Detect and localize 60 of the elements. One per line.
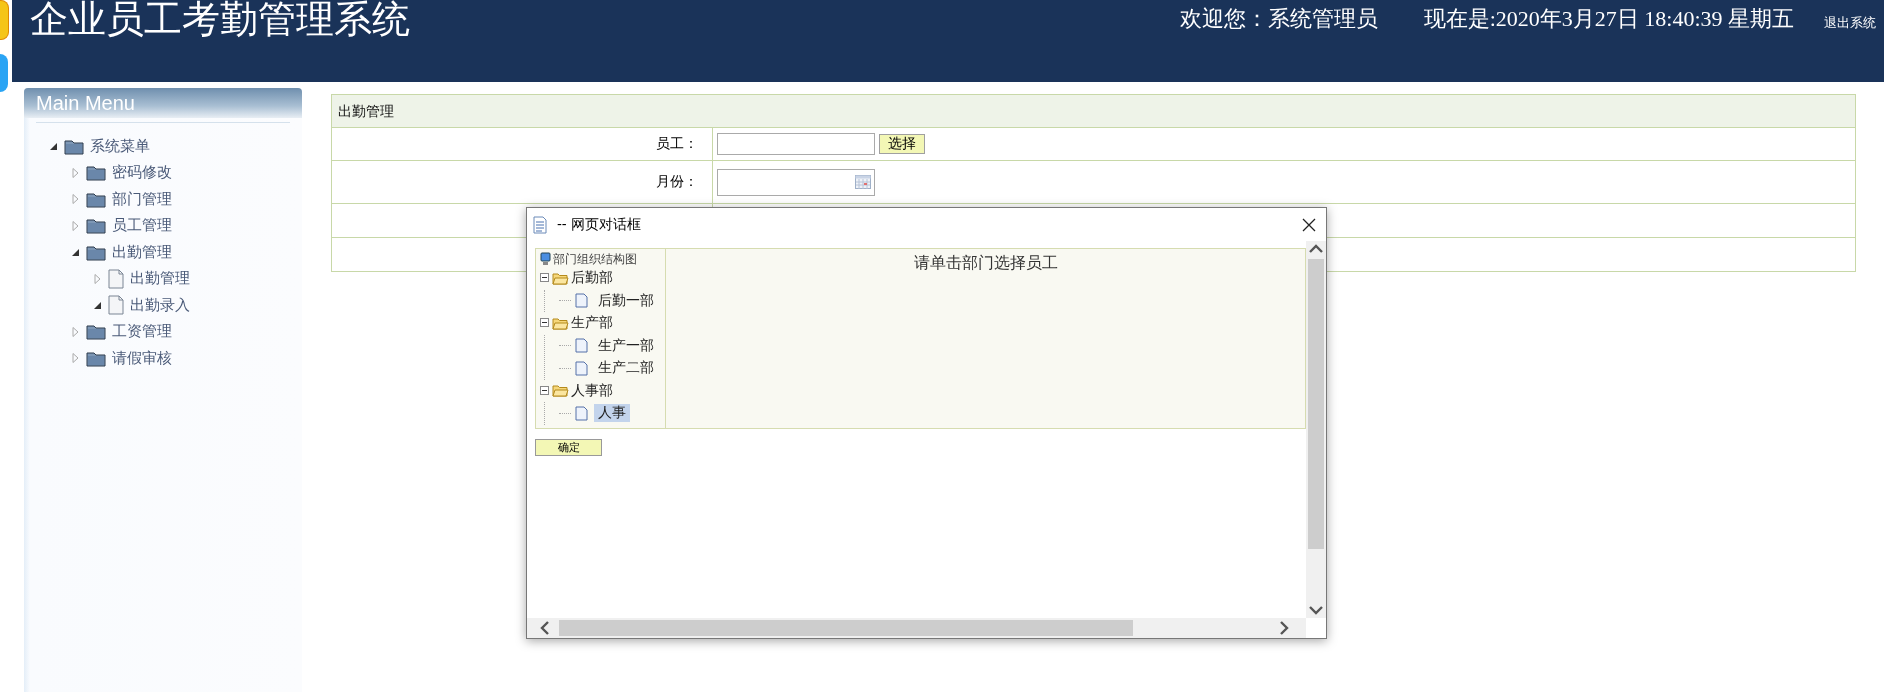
employee-input[interactable] [717, 133, 875, 155]
menu-item[interactable]: 请假审核 [112, 348, 172, 368]
dialog-title: -- 网页对话框 [557, 215, 643, 234]
department-item[interactable]: 生产一部 [594, 336, 658, 355]
hint-text: 请单击部门选择员工 [913, 254, 1058, 271]
collapse-toggle-icon[interactable] [540, 385, 550, 396]
folder-icon [86, 164, 106, 182]
page-icon [108, 268, 124, 289]
page-icon [575, 405, 588, 421]
folder-icon [552, 316, 569, 330]
menu-item[interactable]: 出勤管理 [130, 269, 190, 289]
folder-icon [86, 217, 106, 235]
form-title: 出勤管理 [332, 95, 1855, 128]
menu-item[interactable]: 出勤录入 [130, 295, 190, 315]
page-icon [575, 338, 588, 354]
app-icon[interactable] [0, 0, 9, 40]
page-icon [108, 295, 124, 316]
collapse-toggle-icon[interactable] [540, 318, 550, 329]
app-icon[interactable] [0, 54, 8, 92]
horizontal-scrollbar[interactable] [527, 618, 1306, 638]
page-icon [575, 360, 588, 376]
folder-icon [552, 384, 569, 398]
department-item[interactable]: 人事部 [571, 381, 613, 400]
menu-item[interactable]: 系统菜单 [90, 136, 150, 156]
department-item[interactable]: 后勤部 [571, 269, 613, 288]
calendar-icon[interactable] [855, 175, 871, 189]
datetime-text: 现在是:2020年3月27日 18:40:39 星期五 [1423, 7, 1794, 31]
folder-icon [86, 323, 106, 341]
department-item[interactable]: 生产部 [571, 314, 613, 333]
vertical-scrollbar[interactable] [1306, 241, 1326, 618]
department-item[interactable]: 生产二部 [594, 359, 658, 378]
confirm-button[interactable]: 确定 [535, 439, 602, 456]
department-item[interactable]: 后勤一部 [594, 291, 658, 310]
app-title: 企业员工考勤管理系统 [30, 0, 410, 40]
welcome-text: 欢迎您：系统管理员 [1179, 7, 1378, 31]
scroll-thumb[interactable] [559, 620, 1133, 636]
folder-icon [64, 137, 84, 155]
month-input[interactable] [717, 168, 875, 196]
field-label: 月份： [656, 173, 698, 191]
folder-icon [552, 271, 569, 285]
folder-icon [86, 190, 106, 208]
tree-root-label[interactable]: 部门组织结构图 [553, 251, 637, 267]
folder-icon [86, 349, 106, 367]
document-icon [533, 215, 547, 234]
department-item[interactable]: 人事 [594, 404, 630, 423]
logout-link[interactable]: 退出系统 [1824, 14, 1876, 32]
scroll-thumb[interactable] [1308, 259, 1324, 549]
field-label: 员工： [656, 135, 698, 153]
close-icon[interactable] [1302, 217, 1316, 232]
computer-icon [540, 252, 551, 266]
folder-icon [86, 243, 106, 261]
select-button[interactable]: 选择 [879, 134, 925, 154]
menu-item[interactable]: 工资管理 [112, 322, 172, 342]
menu-item[interactable]: 出勤管理 [112, 242, 172, 262]
sidebar-title: Main Menu [24, 88, 302, 118]
menu-item[interactable]: 密码修改 [112, 163, 172, 183]
menu-item[interactable]: 员工管理 [112, 216, 172, 236]
page-icon [575, 293, 588, 309]
menu-item[interactable]: 部门管理 [112, 189, 172, 209]
collapse-toggle-icon[interactable] [540, 273, 550, 284]
